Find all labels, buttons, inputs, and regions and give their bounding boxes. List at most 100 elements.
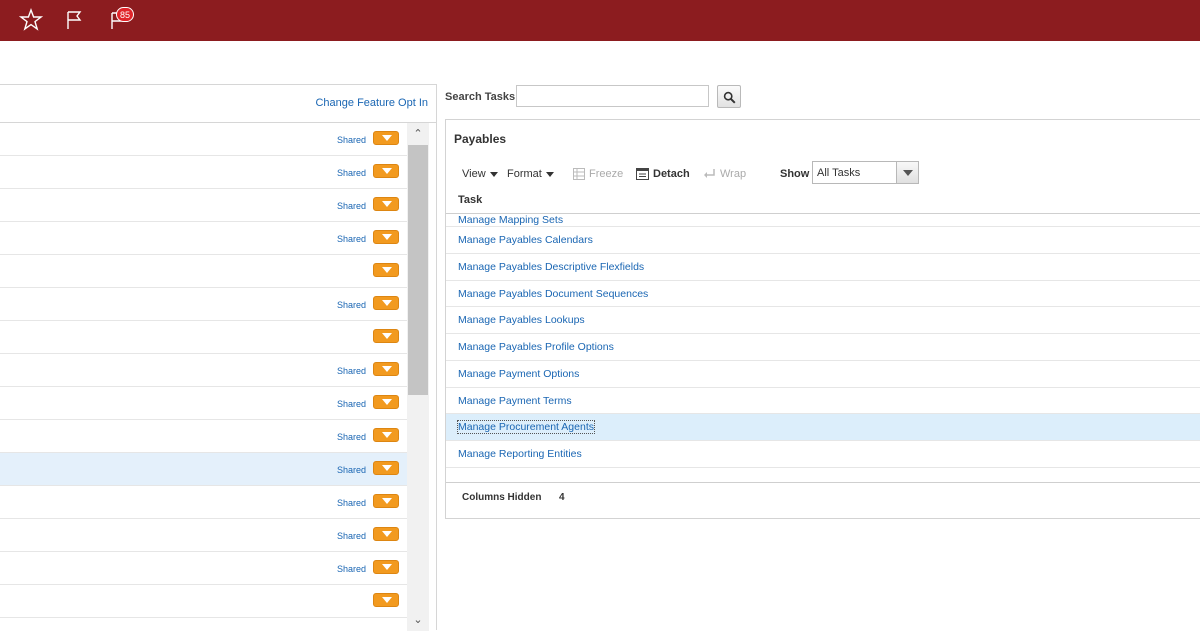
task-row[interactable]: Manage Reporting Entities — [446, 441, 1200, 468]
change-feature-opt-in-link[interactable]: Change Feature Opt In — [315, 97, 428, 109]
task-link[interactable]: Manage Payables Document Sequences — [458, 288, 648, 300]
left-row[interactable]: Shared — [0, 354, 407, 387]
row-action-dropdown-icon[interactable] — [373, 296, 399, 310]
left-row[interactable]: Shared — [0, 486, 407, 519]
row-action-dropdown-icon[interactable] — [373, 494, 399, 508]
scroll-down-icon[interactable]: ⌄ — [407, 611, 429, 629]
left-row[interactable]: Shared — [0, 222, 407, 255]
row-action-dropdown-icon[interactable] — [373, 395, 399, 409]
shared-label: Shared — [336, 300, 366, 310]
left-row[interactable]: Shared — [0, 519, 407, 552]
freeze-button[interactable]: Freeze — [573, 166, 623, 182]
shared-label: Shared — [336, 135, 366, 145]
task-row[interactable]: Manage Payment Options — [446, 361, 1200, 388]
search-button[interactable] — [717, 85, 741, 108]
format-menu[interactable]: Format — [507, 166, 554, 182]
row-action-dropdown-icon[interactable] — [373, 461, 399, 475]
global-header: 85 — [0, 0, 1200, 41]
row-action-dropdown-icon[interactable] — [373, 329, 399, 343]
shared-label: Shared — [336, 498, 366, 508]
task-link[interactable]: Manage Payables Lookups — [458, 314, 585, 326]
left-row[interactable] — [0, 585, 407, 618]
vertical-scrollbar[interactable]: ⌃ ⌄ — [407, 123, 429, 631]
shared-label: Shared — [336, 201, 366, 211]
flag-icon[interactable] — [63, 8, 87, 32]
show-tasks-select[interactable]: All Tasks — [812, 161, 919, 184]
task-link[interactable]: Manage Mapping Sets — [458, 214, 563, 226]
left-row[interactable]: Shared — [0, 552, 407, 585]
freeze-icon — [573, 168, 585, 181]
left-row[interactable]: Shared — [0, 453, 407, 486]
task-column-label: Task — [458, 194, 483, 206]
left-row-list: Shared Shared Shared Shared Shared Shared Shar… — [0, 123, 407, 618]
detach-label: Detach — [653, 168, 690, 180]
shared-label: Shared — [336, 465, 366, 475]
columns-hidden-label: Columns Hidden — [462, 492, 542, 503]
search-tasks-input[interactable] — [516, 85, 709, 107]
panel-title: Payables — [454, 132, 507, 146]
left-row[interactable] — [0, 321, 407, 354]
task-link[interactable]: Manage Payables Profile Options — [458, 341, 614, 353]
task-row[interactable]: Manage Payables Descriptive Flexfields — [446, 254, 1200, 281]
detach-button[interactable]: Detach — [636, 166, 690, 182]
left-row[interactable] — [0, 255, 407, 288]
left-row[interactable]: Shared — [0, 288, 407, 321]
magnifier-icon — [723, 91, 736, 104]
wrap-icon — [704, 169, 715, 179]
shared-label: Shared — [336, 399, 366, 409]
show-label: Show — [780, 168, 810, 180]
left-row[interactable]: Shared — [0, 123, 407, 156]
row-action-dropdown-icon[interactable] — [373, 560, 399, 574]
chevron-down-icon — [545, 171, 554, 177]
row-action-dropdown-icon[interactable] — [373, 527, 399, 541]
row-action-dropdown-icon[interactable] — [373, 230, 399, 244]
shared-label: Shared — [336, 366, 366, 376]
left-row[interactable]: Shared — [0, 156, 407, 189]
task-link[interactable]: Manage Procurement Agents — [457, 420, 595, 435]
chevron-down-icon — [489, 171, 498, 177]
task-row[interactable]: Manage Payment Terms — [446, 388, 1200, 415]
shared-label: Shared — [336, 234, 366, 244]
dropdown-arrow-icon[interactable] — [896, 162, 918, 183]
task-link[interactable]: Manage Payment Terms — [458, 395, 572, 407]
freeze-label: Freeze — [589, 168, 624, 180]
show-tasks-value: All Tasks — [817, 167, 861, 179]
view-menu[interactable]: View — [462, 166, 498, 182]
wrap-button[interactable]: Wrap — [704, 166, 746, 182]
row-action-dropdown-icon[interactable] — [373, 164, 399, 178]
columns-hidden-count: 4 — [559, 492, 565, 503]
shared-label: Shared — [336, 432, 366, 442]
row-action-dropdown-icon[interactable] — [373, 593, 399, 607]
left-row[interactable]: Shared — [0, 387, 407, 420]
shared-label: Shared — [336, 531, 366, 541]
shared-label: Shared — [336, 168, 366, 178]
wrap-label: Wrap — [720, 168, 747, 180]
scroll-up-icon[interactable]: ⌃ — [407, 125, 429, 143]
shared-label: Shared — [336, 564, 366, 574]
scroll-thumb[interactable] — [408, 145, 428, 395]
task-row[interactable]: Manage Procurement Agents — [446, 414, 1200, 441]
left-row[interactable]: Shared — [0, 189, 407, 222]
task-link[interactable]: Manage Reporting Entities — [458, 448, 582, 460]
search-tasks-label: Search Tasks — [445, 91, 516, 103]
task-link[interactable]: Manage Payables Calendars — [458, 234, 593, 246]
row-action-dropdown-icon[interactable] — [373, 263, 399, 277]
star-icon[interactable] — [19, 8, 43, 32]
row-action-dropdown-icon[interactable] — [373, 131, 399, 145]
detach-icon — [636, 168, 649, 181]
task-column-header[interactable]: Task — [446, 188, 1200, 214]
left-row[interactable]: Shared — [0, 420, 407, 453]
left-panel: Change Feature Opt In Shared Shared Shared… — [0, 84, 437, 631]
task-row[interactable]: Manage Mapping Sets — [446, 214, 1200, 227]
task-row[interactable]: Manage Payables Profile Options — [446, 334, 1200, 361]
task-link[interactable]: Manage Payables Descriptive Flexfields — [458, 261, 644, 273]
task-row[interactable]: Manage Payables Calendars — [446, 227, 1200, 254]
task-row[interactable]: Manage Payables Lookups — [446, 307, 1200, 334]
view-menu-label: View — [462, 168, 486, 180]
task-link[interactable]: Manage Payment Options — [458, 368, 579, 380]
row-action-dropdown-icon[interactable] — [373, 428, 399, 442]
task-row[interactable]: Manage Payables Document Sequences — [446, 281, 1200, 308]
row-action-dropdown-icon[interactable] — [373, 362, 399, 376]
row-action-dropdown-icon[interactable] — [373, 197, 399, 211]
left-panel-header: Change Feature Opt In — [0, 85, 436, 123]
